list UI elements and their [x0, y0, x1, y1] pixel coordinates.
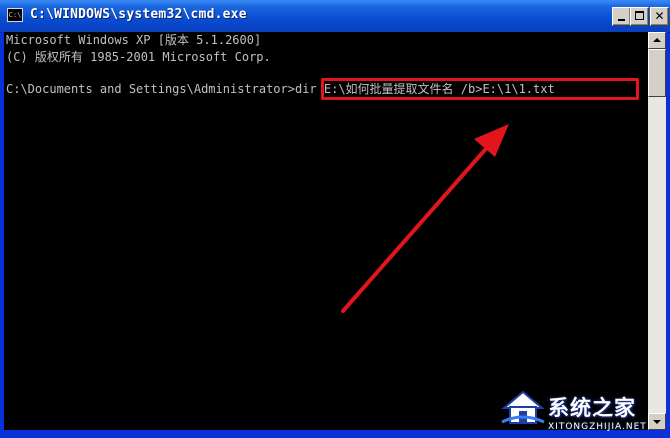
console-line: Microsoft Windows XP [版本 5.1.2600]: [6, 33, 262, 47]
cmd-window: C:\ C:\WINDOWS\system32\cmd.exe ✕ Micros…: [0, 0, 670, 438]
close-button[interactable]: ✕: [650, 7, 669, 26]
arrow-up-icon: [653, 38, 661, 42]
close-icon: ✕: [654, 9, 665, 23]
maximize-button[interactable]: [630, 7, 649, 26]
command-highlight-box: [321, 78, 639, 100]
maximize-icon: [635, 11, 644, 20]
cmd-icon[interactable]: C:\: [7, 8, 23, 22]
console-line: (C) 版权所有 1985-2001 Microsoft Corp.: [6, 50, 271, 64]
house-logo-icon: [501, 390, 545, 424]
vertical-scrollbar[interactable]: [648, 32, 666, 430]
site-watermark: 系统之家 XITONGZHIJIA.NET: [500, 382, 670, 438]
minimize-icon: [618, 19, 625, 21]
minimize-button[interactable]: [612, 7, 631, 26]
watermark-title: 系统之家: [548, 396, 636, 420]
watermark-subtitle: XITONGZHIJIA.NET: [548, 422, 647, 432]
scroll-up-button[interactable]: [648, 32, 666, 49]
scroll-thumb[interactable]: [648, 49, 666, 97]
window-title: C:\WINDOWS\system32\cmd.exe: [30, 7, 247, 22]
title-bar[interactable]: C:\ C:\WINDOWS\system32\cmd.exe ✕: [0, 0, 670, 33]
